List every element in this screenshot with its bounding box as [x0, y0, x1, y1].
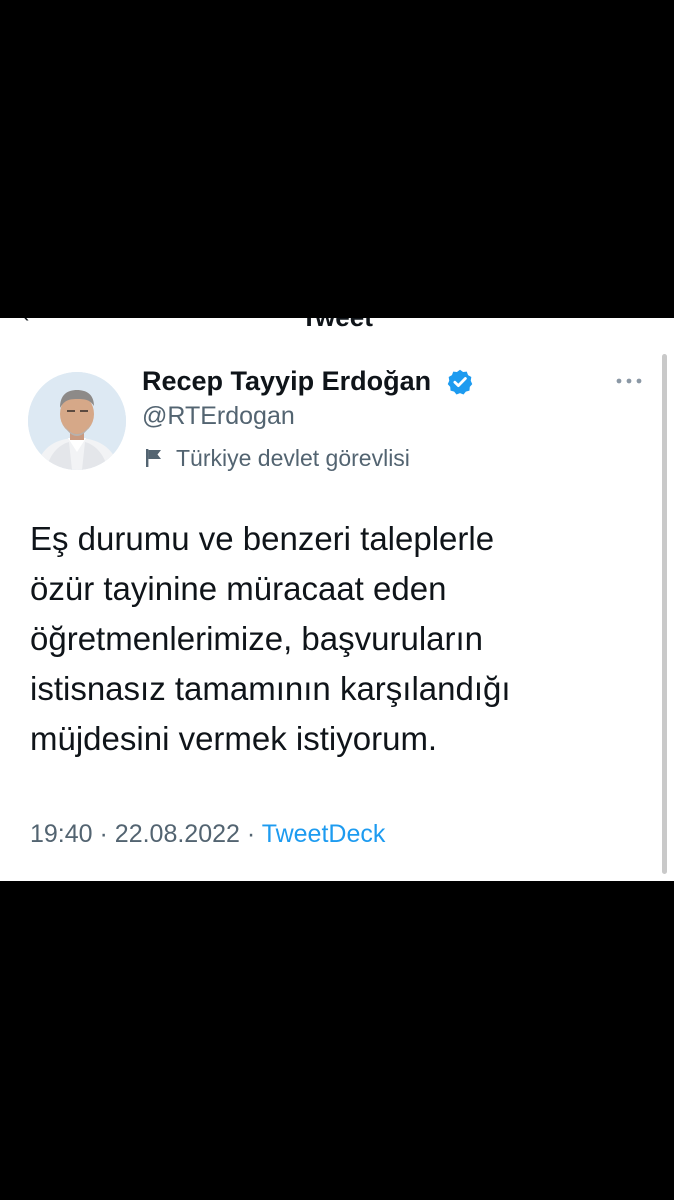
verified-badge-icon [447, 369, 473, 395]
author-display-name[interactable]: Recep Tayyip Erdoğan [142, 364, 431, 398]
avatar-portrait-icon [28, 372, 126, 470]
affiliation-label-text: Türkiye devlet görevlisi [176, 445, 410, 471]
meta-separator: · [99, 820, 108, 848]
flag-icon [146, 449, 161, 467]
tweet-text-line: özür tayinine müracaat eden [30, 570, 447, 607]
more-options-icon[interactable] [614, 376, 644, 386]
author-handle[interactable]: @RTErdogan [142, 400, 295, 432]
page-title: Tweet [0, 318, 674, 330]
tweet-screenshot: ‹ Tweet Recep Tayyip Erdoğan @RTErdogan … [0, 318, 674, 881]
scrollbar[interactable] [662, 354, 667, 874]
tweet-meta: 19:40 · 22.08.2022 · TweetDeck [30, 818, 385, 850]
tweet-time[interactable]: 19:40 [30, 820, 93, 848]
tweet-date[interactable]: 22.08.2022 [115, 820, 240, 848]
author-affiliation-label: Türkiye devlet görevlisi [144, 442, 410, 474]
tweet-text-line: Eş durumu ve benzeri taleplerle [30, 520, 495, 557]
avatar[interactable] [28, 372, 126, 470]
tweet-text-line: istisnasız tamamının karşılandığı [30, 670, 511, 707]
tweet-header: ‹ Tweet [0, 318, 674, 330]
tweet-text: Eş durumu ve benzeri taleplerle özür tay… [30, 514, 640, 764]
tweet-text-line: müjdesini vermek istiyorum. [30, 720, 438, 757]
meta-separator: · [246, 820, 256, 848]
tweet-source-link[interactable]: TweetDeck [262, 820, 386, 848]
tweet-text-line: öğretmenlerimize, başvuruların [30, 620, 484, 657]
